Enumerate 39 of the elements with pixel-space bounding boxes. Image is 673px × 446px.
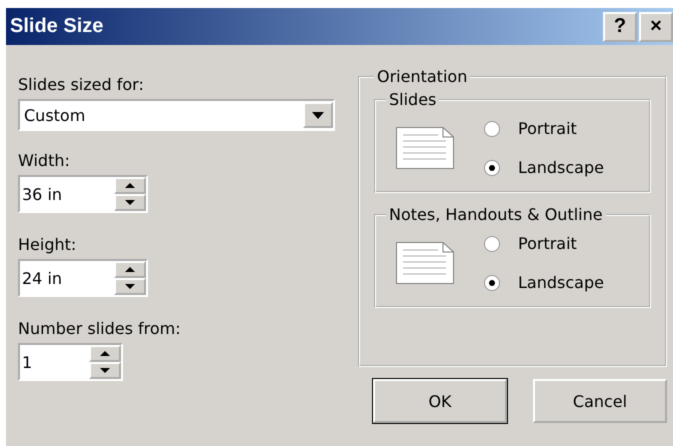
up-arrow-icon: [125, 183, 135, 188]
window-title: Slide Size: [9, 15, 104, 38]
size-dropdown[interactable]: Custom: [18, 99, 335, 131]
field-label: Height:: [18, 235, 78, 256]
radio-label: Landscape: [518, 158, 604, 177]
spin-up-button[interactable]: [89, 345, 121, 362]
radio-label: Portrait: [518, 234, 577, 253]
field-label: Width:: [18, 151, 71, 172]
help-button[interactable]: ?: [603, 12, 637, 42]
spin-down-button[interactable]: [89, 362, 121, 379]
radio-button[interactable]: [484, 236, 500, 252]
close-button[interactable]: ×: [639, 12, 673, 42]
radio-label: Portrait: [518, 119, 577, 138]
dropdown-arrow-icon: [312, 112, 324, 118]
up-arrow-icon: [125, 267, 135, 272]
input-field[interactable]: 1: [20, 352, 32, 372]
group-title: Notes, Handouts & Outline: [388, 205, 604, 224]
spin-up-button[interactable]: [114, 261, 146, 278]
spin-down-button[interactable]: [114, 194, 146, 211]
input-field[interactable]: 36 in: [20, 184, 62, 204]
down-arrow-icon: [100, 368, 110, 373]
field-label: Number slides from:: [18, 319, 182, 340]
page-icon: [396, 242, 454, 284]
spin-down-button[interactable]: [114, 278, 146, 295]
page-icon: [396, 127, 454, 169]
ok-button[interactable]: OK: [373, 379, 507, 423]
input-field[interactable]: 24 in: [20, 268, 62, 288]
group-title: Orientation: [376, 67, 468, 86]
down-arrow-icon: [125, 200, 135, 205]
spin-up-button[interactable]: [114, 177, 146, 194]
radio-label: Landscape: [518, 273, 604, 292]
radio-button[interactable]: [484, 274, 500, 290]
down-arrow-icon: [125, 284, 135, 289]
up-arrow-icon: [100, 351, 110, 356]
radio-button[interactable]: [484, 120, 500, 136]
field-label: Slides sized for:: [18, 75, 145, 96]
group-title: Slides: [388, 90, 438, 109]
cancel-button[interactable]: Cancel: [533, 379, 667, 423]
radio-button[interactable]: [484, 160, 500, 176]
